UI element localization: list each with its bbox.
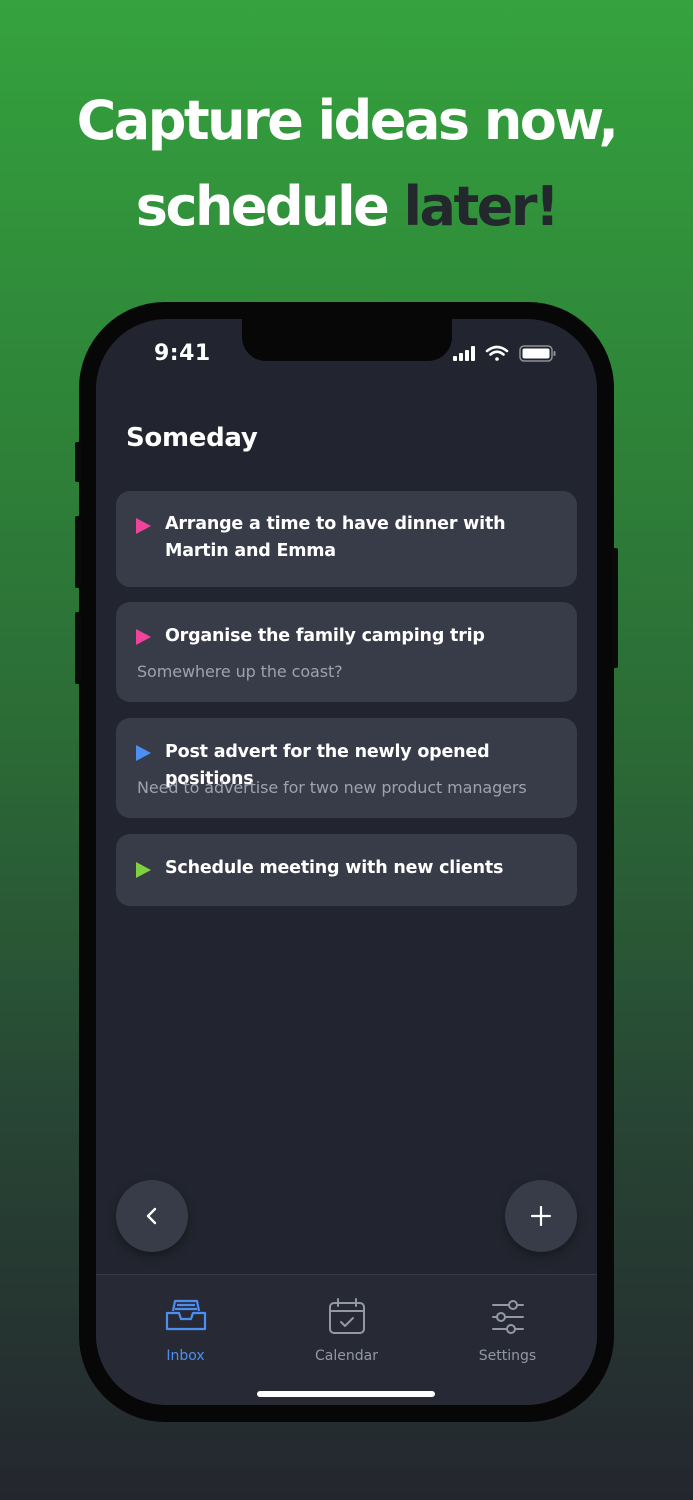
inbox-icon [165,1299,207,1331]
phone-frame: 9:41 Someday Arrange a time to have dinn… [75,302,618,1422]
wifi-icon [485,345,509,361]
plus-icon [530,1205,552,1227]
power-button [612,548,618,668]
headline-dark-text: later! [403,175,560,238]
headline-line-2: schedule later! [0,164,693,250]
tab-calendar-label: Calendar [315,1348,378,1364]
add-task-button[interactable] [505,1180,577,1252]
task-title: Schedule meeting with new clients [165,858,504,878]
status-icons [453,344,563,369]
tab-inbox[interactable]: Inbox [102,1275,269,1375]
play-icon [136,862,151,878]
notch [242,319,452,361]
task-title: Arrange a time to have dinner with Marti… [165,514,506,561]
volume-down-button [75,612,81,684]
chevron-left-icon [146,1207,157,1225]
task-note: Need to advertise for two new product ma… [137,778,527,797]
play-icon [136,745,151,761]
headline-line-1: Capture ideas now, [76,89,619,152]
cellular-signal-icon [453,346,475,361]
tab-calendar[interactable]: Calendar [263,1275,430,1375]
app-screen: 9:41 Someday Arrange a time to have dinn… [96,319,597,1405]
headline-light-text: schedule [135,175,404,238]
tab-bar: Inbox Calendar Settings [96,1274,597,1405]
back-button[interactable] [116,1180,188,1252]
battery-icon [519,345,556,362]
tab-inbox-label: Inbox [166,1348,205,1364]
status-time: 9:41 [154,341,211,366]
page-title: Someday [126,423,258,453]
task-title: Organise the family camping trip [165,626,485,646]
tab-settings[interactable]: Settings [424,1275,591,1375]
task-card[interactable]: Organise the family camping trip Somewhe… [116,602,577,702]
task-card[interactable]: Schedule meeting with new clients [116,834,577,906]
task-note: Somewhere up the coast? [137,662,343,681]
sliders-icon [492,1300,524,1334]
task-card[interactable]: Arrange a time to have dinner with Marti… [116,491,577,587]
play-icon [136,518,151,534]
volume-up-button [75,516,81,588]
play-icon [136,629,151,645]
mute-switch [75,442,81,482]
tab-settings-label: Settings [478,1348,537,1364]
task-card[interactable]: Post advert for the newly opened positio… [116,718,577,818]
calendar-icon [329,1298,365,1334]
home-indicator [257,1391,435,1397]
